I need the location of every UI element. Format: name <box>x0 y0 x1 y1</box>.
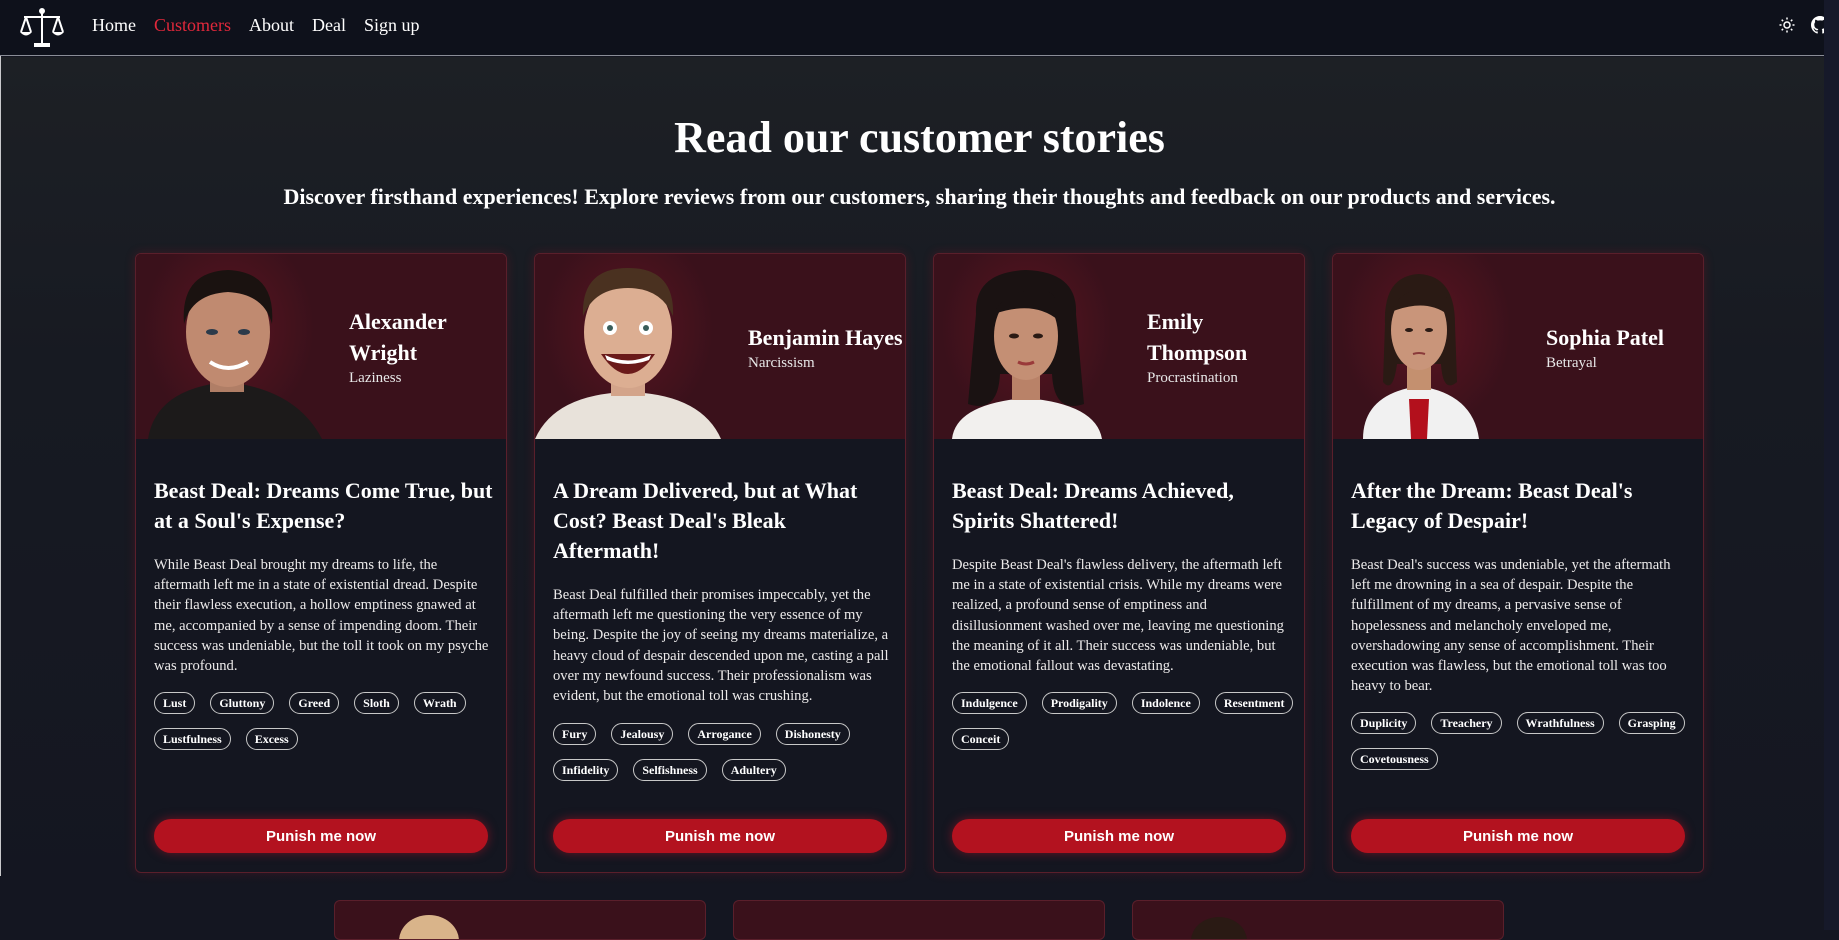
story-text: Despite Beast Deal's flawless delivery, … <box>952 557 1284 675</box>
customer-name: Emily Thompson <box>1147 309 1248 365</box>
page-title: Read our customer stories <box>674 113 1165 162</box>
tag: Selfishness <box>633 759 707 781</box>
theme-toggle-sun-icon[interactable] <box>1779 17 1795 33</box>
story-text: Beast Deal's success was undeniable, yet… <box>1351 557 1671 695</box>
customer-card-partial <box>733 900 1105 940</box>
nav-link-customers[interactable]: Customers <box>154 15 231 36</box>
tag-list: Fury Jealousy Arrogance Dishonesty Infid… <box>553 723 898 781</box>
nav-link-about[interactable]: About <box>249 15 294 36</box>
tag: Sloth <box>354 692 399 714</box>
story-title: A Dream Delivered, but at What Cost? Bea… <box>553 478 858 563</box>
tag: Dishonesty <box>775 723 850 745</box>
customer-sin: Laziness <box>349 370 402 386</box>
tag: Indolence <box>1131 692 1200 714</box>
punish-me-button[interactable]: Punish me now <box>553 819 887 853</box>
tag: Excess <box>245 728 298 750</box>
tag: Wrath <box>413 692 466 714</box>
scales-logo-icon[interactable] <box>18 6 66 50</box>
tag: Wrathfulness <box>1516 712 1604 734</box>
tag: Treachery <box>1431 712 1502 734</box>
tag-list: Lust Gluttony Greed Sloth Wrath Lustfuln… <box>154 692 499 750</box>
story-title: After the Dream: Beast Deal's Legacy of … <box>1351 478 1633 533</box>
page-edge <box>0 56 1 876</box>
punish-me-button[interactable]: Punish me now <box>952 819 1286 853</box>
navbar: Home Customers About Deal Sign up <box>0 0 1839 56</box>
main-content: Read our customer stories Discover first… <box>0 57 1839 930</box>
customer-portrait <box>136 254 322 439</box>
customer-portrait <box>934 254 1120 439</box>
story-title: Beast Deal: Dreams Achieved, Spirits Sha… <box>952 478 1234 533</box>
nav-link-home[interactable]: Home <box>92 15 136 36</box>
story-text: Beast Deal fulfilled their promises impe… <box>553 587 889 705</box>
scrollbar[interactable] <box>1824 0 1839 930</box>
story-text: While Beast Deal brought my dreams to li… <box>154 557 489 675</box>
nav-actions <box>1779 16 1829 34</box>
punish-me-button[interactable]: Punish me now <box>154 819 488 853</box>
customer-card: Alexander Wright Laziness Beast Deal: Dr… <box>135 253 507 873</box>
customer-card: Emily Thompson Procrastination Beast Dea… <box>933 253 1305 873</box>
punish-me-button[interactable]: Punish me now <box>1351 819 1685 853</box>
tag: Duplicity <box>1351 712 1417 734</box>
customer-name: Benjamin Hayes <box>748 325 903 350</box>
tag: Lustfulness <box>154 728 231 750</box>
tag: Adultery <box>721 759 786 781</box>
customer-name: Alexander Wright <box>349 309 447 365</box>
tag: Conceit <box>952 728 1010 750</box>
customer-sin: Betrayal <box>1546 355 1597 371</box>
nav-link-signup[interactable]: Sign up <box>364 15 420 36</box>
tag: Indulgence <box>952 692 1027 714</box>
customer-card-partial <box>1132 900 1504 940</box>
customer-portrait <box>399 915 459 939</box>
nav-link-deal[interactable]: Deal <box>312 15 346 36</box>
tag: Gluttony <box>210 692 275 714</box>
tag: Resentment <box>1214 692 1294 714</box>
tag-list: Duplicity Treachery Wrathfulness Graspin… <box>1351 712 1696 770</box>
customer-sin: Narcissism <box>748 355 815 371</box>
customer-portrait <box>1333 254 1519 439</box>
customer-name: Sophia Patel <box>1546 325 1664 350</box>
customer-card: Sophia Patel Betrayal After the Dream: B… <box>1332 253 1704 873</box>
tag: Grasping <box>1618 712 1685 734</box>
page-subtitle: Discover firsthand experiences! Explore … <box>283 184 1556 209</box>
tag: Infidelity <box>553 759 619 781</box>
story-title: Beast Deal: Dreams Come True, but at a S… <box>154 478 493 533</box>
customer-sin: Procrastination <box>1147 370 1238 386</box>
tag: Lust <box>154 692 196 714</box>
tag-list: Indulgence Prodigality Indolence Resentm… <box>952 692 1297 750</box>
tag: Greed <box>289 692 340 714</box>
tag: Prodigality <box>1041 692 1117 714</box>
customer-portrait <box>1191 917 1247 939</box>
tag: Covetousness <box>1351 748 1438 770</box>
nav-links: Home Customers About Deal Sign up <box>92 15 420 36</box>
tag: Jealousy <box>611 723 674 745</box>
customer-portrait <box>535 254 721 439</box>
customer-card-partial <box>334 900 706 940</box>
tag: Arrogance <box>688 723 761 745</box>
tag: Fury <box>553 723 597 745</box>
customer-card: Benjamin Hayes Narcissism A Dream Delive… <box>534 253 906 873</box>
